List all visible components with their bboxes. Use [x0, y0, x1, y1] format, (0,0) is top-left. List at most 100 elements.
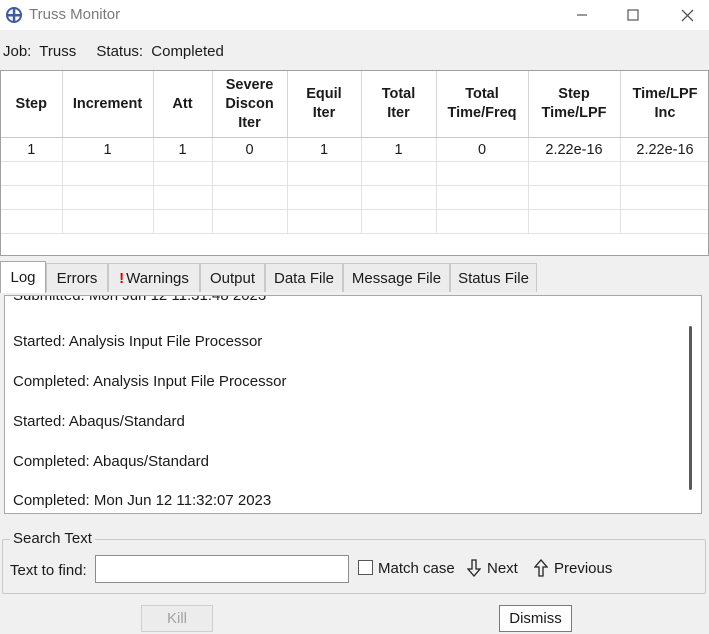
maximize-icon	[627, 9, 639, 21]
table-cell: 2.22e-16	[528, 137, 621, 162]
column-header: Att	[153, 71, 213, 138]
column-header-line: Time/LPF	[541, 105, 607, 121]
table-cell	[153, 161, 213, 186]
tab-warnings-label: Warnings	[126, 269, 189, 287]
log-line: Completed: Analysis Input File Processor	[13, 373, 287, 390]
column-header-line: Iter	[238, 114, 261, 131]
tab-log[interactable]: Log	[0, 261, 46, 293]
table-cell	[528, 161, 621, 186]
table-cell	[212, 209, 288, 234]
table-cell: 1	[1, 137, 63, 162]
previous-label: Previous	[554, 559, 613, 577]
table-cell	[1, 185, 63, 210]
column-header-line: Iter	[387, 105, 410, 121]
table-row	[1, 185, 708, 210]
column-header: Step Time/LPF	[528, 71, 621, 138]
log-line: Started: Analysis Input File Processor	[13, 333, 263, 350]
table-cell: 1	[361, 137, 437, 162]
table-cell: 1	[287, 137, 362, 162]
search-group-legend: Search Text	[10, 530, 95, 547]
tab-warnings[interactable]: ! Warnings	[108, 263, 200, 292]
column-header: Increment	[62, 71, 154, 138]
tab-errors-label: Errors	[56, 269, 98, 287]
table-cell	[212, 161, 288, 186]
column-header-line: Time/Freq	[447, 105, 517, 121]
column-header-line: Inc	[654, 105, 676, 121]
column-header-line: Discon	[225, 95, 274, 112]
progress-table: Step Increment Att Severe Discon Iter Equil Ite…	[0, 70, 709, 256]
table-cell	[62, 161, 154, 186]
find-input[interactable]	[95, 555, 349, 583]
table-cell	[528, 209, 621, 234]
column-header-line: Iter	[312, 105, 336, 121]
table-cell	[620, 161, 708, 186]
table-cell	[62, 185, 154, 210]
minimize-button[interactable]	[559, 0, 605, 30]
column-header-line: Total	[381, 86, 416, 102]
match-case-label: Match case	[378, 560, 455, 577]
tab-status-file[interactable]: Status File	[450, 263, 537, 292]
kill-button[interactable]: Kill	[141, 605, 213, 632]
table-cell	[287, 161, 362, 186]
tab-output[interactable]: Output	[200, 263, 265, 292]
column-header-line: Increment	[72, 95, 143, 112]
table-cell	[620, 185, 708, 210]
table-cell	[153, 185, 213, 210]
tab-message-file-label: Message File	[351, 269, 442, 287]
log-line: Started: Abaqus/Standard	[13, 413, 185, 430]
job-label: Job:	[3, 43, 32, 60]
tab-bar: Log Errors ! Warnings Output Data File M…	[0, 261, 709, 293]
table-cell	[1, 209, 63, 234]
table-cell	[212, 185, 288, 210]
tab-log-label: Log	[10, 269, 36, 286]
tab-status-file-label: Status File	[458, 269, 529, 287]
column-header: Time/LPF Inc	[620, 71, 708, 138]
table-row	[1, 209, 708, 234]
column-header: Total Iter	[361, 71, 437, 138]
close-icon	[681, 9, 693, 21]
tab-errors[interactable]: Errors	[46, 263, 108, 292]
column-header: Step	[1, 71, 63, 138]
column-header-line: Step	[15, 95, 47, 112]
table-cell	[1, 161, 63, 186]
arrow-up-icon	[534, 559, 548, 577]
find-label: Text to find:	[10, 562, 87, 579]
close-button[interactable]	[664, 0, 709, 30]
tab-message-file[interactable]: Message File	[343, 263, 450, 292]
column-header-line: Step	[558, 86, 590, 102]
status-label: Status:	[96, 43, 144, 60]
tab-output-label: Output	[209, 269, 256, 287]
table-cell: 0	[212, 137, 288, 162]
table-header-row: Step Increment Att Severe Discon Iter Equil Ite…	[1, 71, 708, 138]
table-cell	[361, 185, 437, 210]
column-header-line: Total	[465, 86, 499, 102]
column-header-line: Severe	[225, 76, 274, 93]
column-header-line: Att	[172, 95, 193, 112]
table-cell	[436, 185, 529, 210]
arrow-down-icon	[467, 559, 481, 577]
dismiss-button[interactable]: Dismiss	[499, 605, 572, 632]
column-header: Severe Discon Iter	[212, 71, 288, 138]
tab-data-file-label: Data File	[273, 269, 335, 287]
log-text-area[interactable]: Submitted: Mon Jun 12 11:31:48 2023 Star…	[4, 295, 702, 514]
table-cell	[528, 185, 621, 210]
table-cell	[361, 161, 437, 186]
maximize-button[interactable]	[610, 0, 656, 30]
table-cell	[436, 161, 529, 186]
status-value: Completed	[151, 43, 224, 60]
previous-button[interactable]: Previous	[534, 559, 612, 577]
column-header-line: Time/LPF	[632, 86, 698, 102]
title-bar: Truss Monitor	[0, 0, 709, 30]
table-cell	[287, 185, 362, 210]
next-label: Next	[487, 559, 518, 577]
next-button[interactable]: Next	[467, 559, 518, 577]
tab-data-file[interactable]: Data File	[265, 263, 343, 292]
window-title: Truss Monitor	[29, 6, 121, 23]
table-cell: 1	[62, 137, 154, 162]
table-cell	[62, 209, 154, 234]
log-line: Completed: Abaqus/Standard	[13, 453, 209, 470]
column-header: Total Time/Freq	[436, 71, 529, 138]
column-header: Equil Iter	[287, 71, 362, 138]
log-scrollbar[interactable]	[689, 326, 692, 490]
match-case-checkbox[interactable]	[358, 560, 373, 575]
